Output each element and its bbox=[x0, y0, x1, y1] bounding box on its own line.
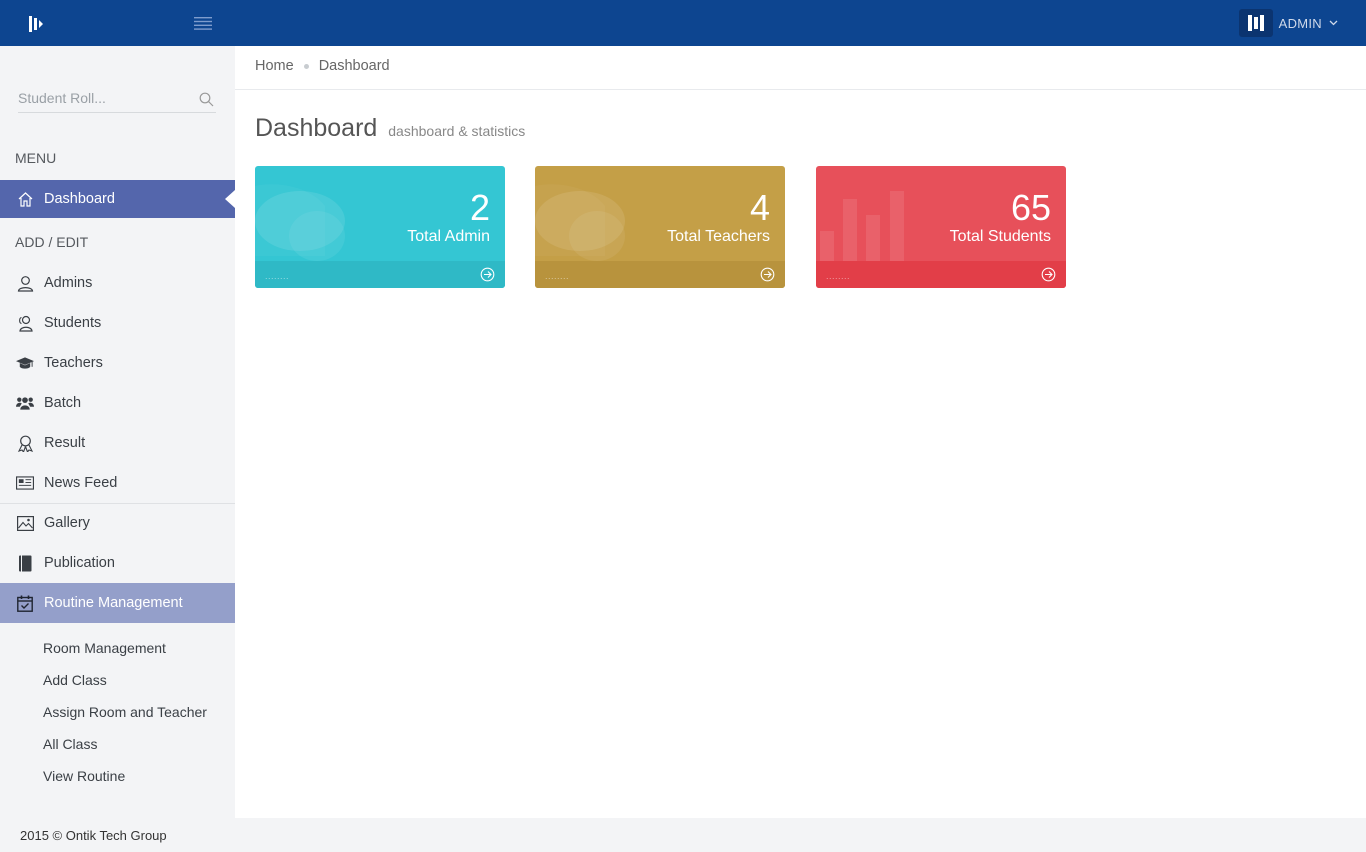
award-icon bbox=[16, 434, 34, 452]
breadcrumb-current: Dashboard bbox=[318, 58, 390, 74]
sidebar-item-label: Routine Management bbox=[44, 595, 183, 611]
sidebar-item-gallery[interactable]: Gallery bbox=[0, 504, 235, 542]
book-icon bbox=[16, 554, 34, 572]
user-icon bbox=[16, 274, 34, 292]
stat-value: 65 bbox=[1010, 187, 1051, 228]
group-icon bbox=[16, 394, 34, 412]
arrow-circle-right-icon[interactable] bbox=[480, 267, 495, 282]
copyright-text: 2015 © Ontik Tech Group bbox=[20, 828, 167, 843]
breadcrumb-separator bbox=[303, 63, 309, 69]
page-subtitle: dashboard & statistics bbox=[388, 123, 526, 139]
stat-value: 4 bbox=[749, 187, 770, 228]
sidebar-item-admins[interactable]: Admins bbox=[0, 264, 235, 302]
sidebar-item-label: Batch bbox=[44, 395, 82, 411]
stat-label: Total Admin bbox=[407, 228, 490, 245]
card-footer[interactable]: ........ bbox=[816, 261, 1066, 288]
stat-card-total-admin[interactable]: 2 Total Admin ........ bbox=[255, 166, 505, 288]
sidebar-item-label: Gallery bbox=[44, 515, 90, 531]
stat-card-total-teachers[interactable]: 4 Total Teachers ........ bbox=[535, 166, 785, 288]
main-content: Home Dashboard Dashboard dashboard & sta… bbox=[235, 46, 1366, 818]
users-icon bbox=[16, 314, 34, 332]
sidebar-item-students[interactable]: Students bbox=[0, 304, 235, 342]
arrow-circle-right-icon[interactable] bbox=[760, 267, 775, 282]
sidebar-item-publication[interactable]: Publication bbox=[0, 544, 235, 582]
sidebar-item-label: Dashboard bbox=[44, 191, 115, 207]
arrow-circle-right-icon[interactable] bbox=[1041, 267, 1056, 282]
menu-toggle-icon[interactable] bbox=[194, 17, 212, 30]
sidebar-item-routine-management[interactable]: Routine Management bbox=[0, 583, 235, 623]
logo-icon[interactable] bbox=[29, 15, 43, 33]
sub-item-all-class[interactable]: All Class bbox=[43, 736, 97, 752]
student-roll-search-input[interactable] bbox=[18, 86, 188, 110]
sidebar-item-label: Publication bbox=[44, 555, 115, 571]
sidebar-item-label: Result bbox=[44, 435, 86, 451]
page-title: Dashboard bbox=[255, 114, 378, 142]
add-edit-heading: ADD / EDIT bbox=[15, 234, 89, 250]
avatar-logo-icon bbox=[1247, 15, 1264, 31]
user-avatar bbox=[1238, 9, 1273, 37]
stat-label: Total Students bbox=[949, 228, 1051, 245]
sub-item-assign-room-and-teacher[interactable]: Assign Room and Teacher bbox=[43, 704, 207, 720]
sidebar-item-label: Teachers bbox=[44, 355, 103, 371]
card-footer[interactable]: ........ bbox=[255, 261, 505, 288]
newspaper-icon bbox=[16, 474, 34, 492]
sidebar-item-result[interactable]: Result bbox=[0, 424, 235, 462]
sidebar-item-label: News Feed bbox=[44, 475, 118, 491]
comments-watermark-icon bbox=[255, 184, 345, 261]
page-footer: 2015 © Ontik Tech Group bbox=[0, 818, 1366, 852]
breadcrumb-divider bbox=[235, 89, 1366, 90]
sub-item-add-class[interactable]: Add Class bbox=[43, 672, 107, 688]
home-icon bbox=[16, 190, 34, 208]
sidebar-item-dashboard[interactable]: Dashboard bbox=[0, 180, 235, 218]
chevron-down-icon bbox=[1329, 20, 1338, 26]
page-title-block: Dashboard dashboard & statistics bbox=[255, 114, 525, 143]
card-footer-text: ........ bbox=[826, 271, 851, 281]
card-footer-text: ........ bbox=[545, 271, 570, 281]
sub-item-room-management[interactable]: Room Management bbox=[43, 640, 166, 656]
card-footer[interactable]: ........ bbox=[535, 261, 785, 288]
sidebar-item-news-feed[interactable]: News Feed bbox=[0, 464, 235, 502]
calendar-check-icon bbox=[16, 594, 34, 612]
sidebar-item-batch[interactable]: Batch bbox=[0, 384, 235, 422]
menu-heading: MENU bbox=[15, 150, 57, 166]
sidebar-search bbox=[18, 86, 216, 113]
stat-label: Total Teachers bbox=[667, 228, 770, 245]
sidebar-item-teachers[interactable]: Teachers bbox=[0, 344, 235, 382]
breadcrumb-home[interactable]: Home bbox=[255, 58, 294, 74]
search-icon[interactable] bbox=[199, 92, 214, 107]
comments-watermark-icon bbox=[535, 184, 625, 261]
card-footer-text: ........ bbox=[265, 271, 290, 281]
sidebar: MENU Dashboard ADD / EDIT Admins Student… bbox=[0, 46, 235, 818]
stat-card-total-students[interactable]: 65 Total Students ........ bbox=[816, 166, 1066, 288]
user-menu[interactable]: ADMIN bbox=[1238, 9, 1338, 37]
stat-value: 2 bbox=[469, 187, 490, 228]
sidebar-item-label: Admins bbox=[44, 275, 93, 291]
sub-item-view-routine[interactable]: View Routine bbox=[43, 768, 125, 784]
breadcrumb: Home Dashboard bbox=[255, 58, 390, 74]
sidebar-item-label: Students bbox=[44, 315, 102, 331]
user-name: ADMIN bbox=[1278, 15, 1322, 31]
picture-icon bbox=[16, 514, 34, 532]
top-navbar: ADMIN bbox=[0, 0, 1366, 46]
graduation-cap-icon bbox=[16, 354, 34, 372]
